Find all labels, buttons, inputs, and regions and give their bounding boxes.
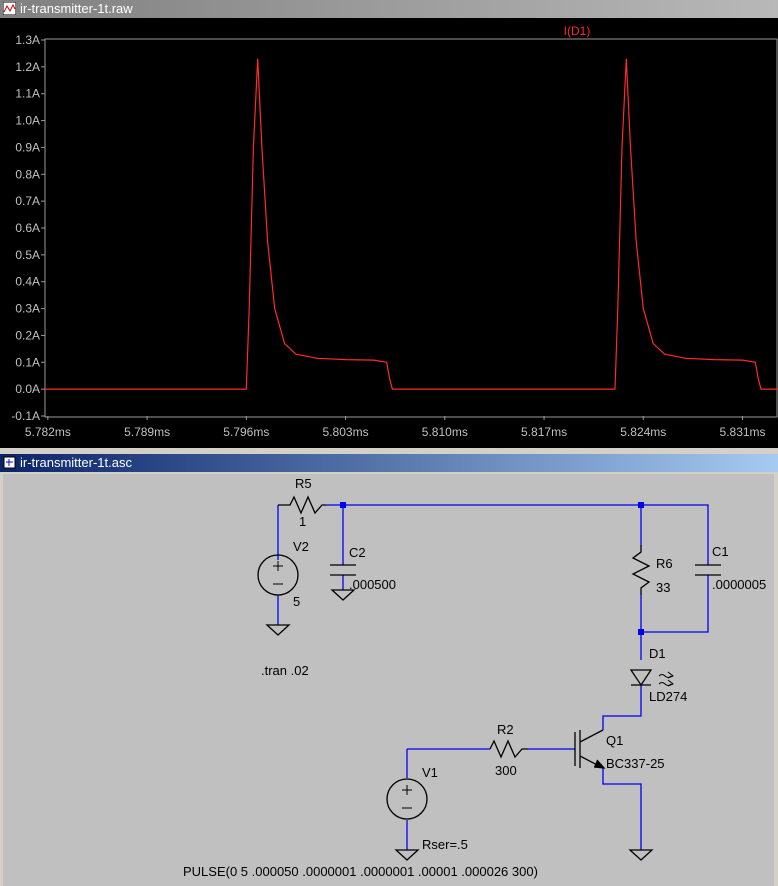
y-tick-label: 0.8A	[15, 167, 40, 181]
c2-name: C2	[349, 545, 366, 560]
ground	[265, 624, 291, 636]
series-line-i-d1	[45, 58, 778, 390]
y-tick-label: 0.5A	[15, 248, 40, 262]
r2-name: R2	[497, 722, 514, 737]
r6-resistor	[631, 545, 651, 595]
d1-emission-icon	[658, 671, 674, 687]
labels: R5 1 V2 5 C2 .000500 R6 33 C1 .0000005 D…	[183, 476, 766, 879]
waveform-chart[interactable]: 1.3A 1.2A 1.1A 1.0A 0.9A 0.8A 0.7A 0.6A 0.5A 0.4A…	[0, 18, 778, 448]
x-tick-label: 5.782ms	[25, 425, 71, 439]
y-tick-label: 0.3A	[15, 302, 40, 316]
r2-value: 300	[495, 763, 517, 778]
r6-name: R6	[656, 556, 673, 571]
schematic-window-titlebar[interactable]: ir-transmitter-1t.asc	[0, 454, 778, 472]
y-tick-label: 0.9A	[15, 140, 40, 154]
x-tick-label: 5.810ms	[422, 425, 468, 439]
v1-value: Rser=.5	[422, 837, 468, 852]
x-tick-label: 5.796ms	[223, 425, 269, 439]
y-tick-label: 0.2A	[15, 328, 40, 342]
plot-frame	[44, 38, 778, 418]
junctions	[340, 502, 644, 635]
c1-capacitor	[695, 564, 721, 576]
wires	[277, 504, 709, 850]
r2-resistor	[489, 739, 528, 759]
y-tick-label: 1.2A	[15, 60, 40, 74]
legend-label: I(D1)	[564, 24, 591, 38]
tran-directive: .tran .02	[261, 663, 309, 678]
r5-resistor	[278, 495, 326, 515]
x-tick-label: 5.831ms	[720, 425, 766, 439]
schematic-window-title: ir-transmitter-1t.asc	[20, 455, 132, 470]
y-tick-label: 0.1A	[15, 355, 40, 369]
waveform-window-title: ir-transmitter-1t.raw	[20, 1, 133, 16]
y-tick-label: 0.6A	[15, 221, 40, 235]
c2-value: .000500	[349, 577, 396, 592]
waveform-icon	[3, 2, 16, 15]
schematic-drawing[interactable]: R5 1 V2 5 C2 .000500 R6 33 C1 .0000005 D…	[3, 474, 774, 886]
y-tick-label: 0.0A	[15, 382, 40, 396]
schematic-icon	[3, 456, 16, 469]
schematic-canvas[interactable]: R5 1 V2 5 C2 .000500 R6 33 C1 .0000005 D…	[3, 474, 774, 886]
v1-name: V1	[422, 765, 438, 780]
r6-value: 33	[656, 580, 670, 595]
r5-name: R5	[295, 476, 312, 491]
r5-value: 1	[299, 514, 306, 529]
x-tick-label: 5.817ms	[521, 425, 567, 439]
y-tick-label: 1.0A	[15, 114, 40, 128]
x-tick-label: 5.789ms	[124, 425, 170, 439]
components	[257, 495, 721, 861]
y-tick-label: 0.4A	[15, 275, 40, 289]
v2-name: V2	[293, 539, 309, 554]
d1-name: D1	[649, 646, 666, 661]
q1-value: BC337-25	[606, 756, 665, 771]
y-tick-label: 1.1A	[15, 87, 40, 101]
pulse-spec: PULSE(0 5 .000050 .0000001 .0000001 .000…	[183, 864, 538, 879]
y-tick-label: -0.1A	[11, 409, 40, 423]
x-tick-label: 5.824ms	[620, 425, 666, 439]
x-tick-label: 5.803ms	[323, 425, 369, 439]
q1-name: Q1	[606, 733, 623, 748]
y-tick-label: 1.3A	[15, 33, 40, 47]
c2-capacitor	[330, 564, 356, 576]
y-tick-label: 0.7A	[15, 194, 40, 208]
ground	[394, 849, 420, 861]
waveform-plot[interactable]: 1.3A 1.2A 1.1A 1.0A 0.9A 0.8A 0.7A 0.6A 0.5A 0.4A…	[0, 18, 778, 448]
c1-name: C1	[712, 544, 729, 559]
v2-value: 5	[293, 594, 300, 609]
d1-diode	[629, 669, 653, 687]
waveform-window-titlebar[interactable]: ir-transmitter-1t.raw	[0, 0, 778, 18]
ground	[628, 849, 654, 861]
c1-value: .0000005	[712, 577, 766, 592]
d1-value: LD274	[649, 689, 687, 704]
